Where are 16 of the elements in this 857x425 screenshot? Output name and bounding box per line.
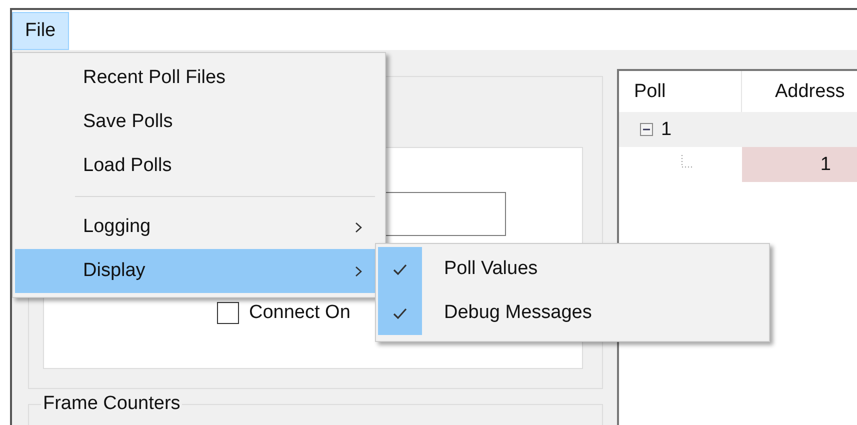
input-field[interactable]	[385, 192, 506, 236]
collapse-icon[interactable]	[640, 123, 653, 136]
menu-item[interactable]: Recent Poll Files	[15, 56, 383, 100]
chevron-icon	[354, 221, 363, 234]
tree-line-icon	[681, 155, 695, 169]
column-header[interactable]: Address	[742, 71, 845, 112]
menu-item[interactable]: Save Polls	[15, 100, 383, 144]
menu-item[interactable]: Debug Messages	[378, 291, 767, 335]
table-cell: 1	[742, 147, 857, 182]
checkbox[interactable]	[217, 302, 239, 324]
checkbox-label: Connect On	[249, 302, 350, 324]
menu-bar-item[interactable]: File	[12, 12, 69, 50]
menu-item[interactable]: Load Polls	[15, 144, 383, 188]
table-cell: 1	[661, 118, 672, 140]
menu-item[interactable]: Logging	[15, 205, 383, 249]
chevron-icon	[354, 265, 363, 278]
